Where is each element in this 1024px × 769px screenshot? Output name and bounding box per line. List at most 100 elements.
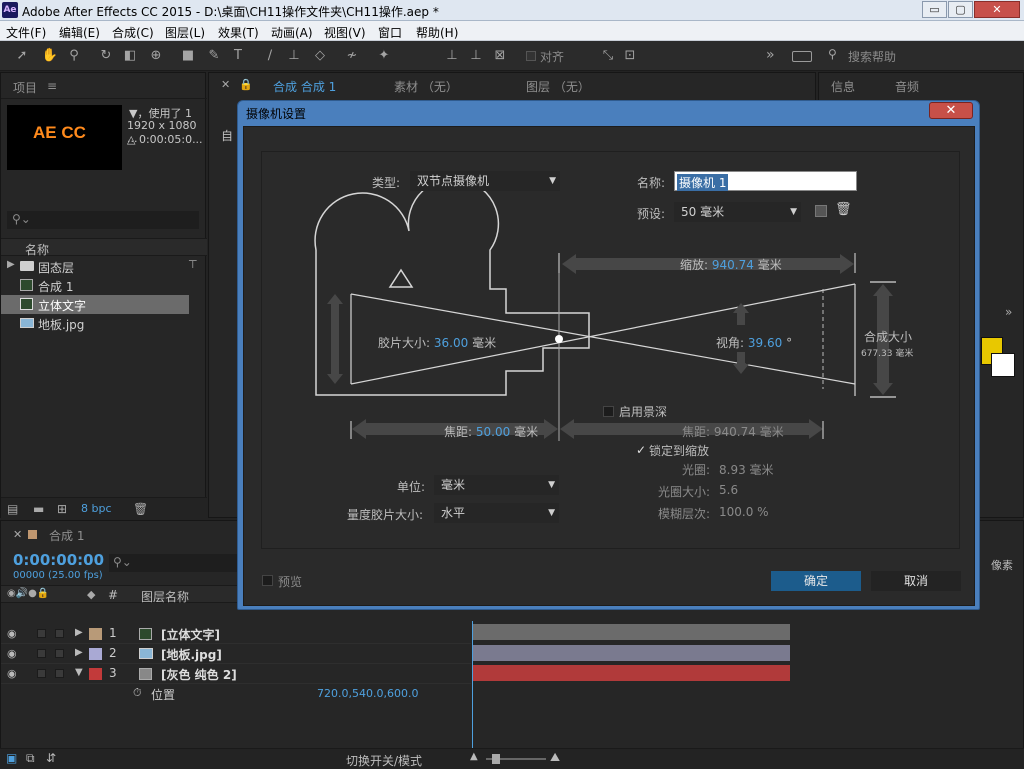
solo-toggle[interactable] bbox=[37, 669, 46, 678]
info-tab[interactable]: 信息 bbox=[831, 78, 855, 95]
preset-select[interactable]: 50 毫米 ▼ bbox=[674, 202, 801, 222]
new-folder-icon[interactable]: ▬ bbox=[33, 502, 44, 516]
menu-animation[interactable]: 动画(A) bbox=[271, 24, 313, 41]
pen-tool-icon[interactable]: ✎ bbox=[204, 46, 224, 66]
puppet-pin-tool-icon[interactable]: ✦ bbox=[374, 46, 394, 66]
layer-name[interactable]: [地板.jpg] bbox=[161, 646, 222, 663]
lock-toggle[interactable] bbox=[55, 669, 64, 678]
project-item-solids[interactable]: ▶ 固态层 ⊤ bbox=[1, 257, 198, 276]
current-time-indicator[interactable] bbox=[472, 621, 473, 749]
audio-tab[interactable]: 音频 bbox=[895, 78, 919, 95]
menu-view[interactable]: 视图(V) bbox=[324, 24, 366, 41]
rotate-tool-icon[interactable]: ↻ bbox=[96, 46, 116, 66]
menu-layer[interactable]: 图层(L) bbox=[165, 24, 205, 41]
world-axis-icon[interactable]: ⊥ bbox=[466, 46, 486, 66]
focal-length-value[interactable]: 50.00 bbox=[476, 425, 510, 439]
measure-film-size-select[interactable]: 水平 ▼ bbox=[434, 503, 559, 523]
brush-tool-icon[interactable]: ∕ bbox=[260, 46, 280, 66]
hierarchy-icon[interactable]: ⊤ bbox=[188, 258, 198, 271]
project-tab[interactable]: 项目 bbox=[13, 79, 37, 96]
maximize-button[interactable]: ▢ bbox=[948, 1, 973, 18]
camera-tool-icon[interactable]: ◧ bbox=[120, 46, 140, 66]
f-stop-value[interactable]: 5.6 bbox=[719, 483, 738, 497]
view-axis-icon[interactable]: ⊠ bbox=[490, 46, 510, 66]
stopwatch-icon[interactable]: ⏱ bbox=[133, 686, 142, 700]
lock-toggle[interactable] bbox=[55, 649, 64, 658]
menu-help[interactable]: 帮助(H) bbox=[416, 24, 458, 41]
comp-viewer-tab[interactable]: 合成 合成 1 bbox=[273, 78, 336, 95]
enable-dof-checkbox[interactable] bbox=[603, 406, 614, 417]
layer-label-color[interactable] bbox=[89, 668, 102, 680]
current-timecode[interactable]: 0:00:00:00 bbox=[13, 551, 104, 569]
preview-checkbox[interactable] bbox=[262, 575, 273, 586]
save-preset-icon[interactable] bbox=[815, 205, 827, 217]
ok-button[interactable]: 确定 bbox=[771, 571, 861, 591]
expand-arrow-icon[interactable]: ▶ bbox=[7, 259, 15, 270]
interpret-footage-icon[interactable]: ▤ bbox=[7, 502, 18, 516]
search-help-input[interactable]: 搜索帮助 bbox=[848, 48, 896, 65]
layer-row[interactable]: ◉ ▼ 3 [灰色 纯色 2] bbox=[1, 664, 471, 684]
layer-name[interactable]: [立体文字] bbox=[161, 626, 220, 643]
project-item-floor-jpg[interactable]: 地板.jpg bbox=[1, 314, 189, 333]
project-item-comp1[interactable]: 合成 1 bbox=[1, 276, 189, 295]
menu-edit[interactable]: 编辑(E) bbox=[59, 24, 100, 41]
more-workspaces-icon[interactable]: » bbox=[766, 47, 775, 63]
transfer-controls-icon[interactable]: ⧉ bbox=[26, 751, 35, 766]
camera-type-select[interactable]: 双节点摄像机 ▼ bbox=[410, 171, 560, 191]
close-window-button[interactable]: ✕ bbox=[974, 1, 1020, 18]
zoom-slider-handle[interactable] bbox=[492, 754, 500, 764]
eye-icon[interactable]: ◉ bbox=[7, 647, 17, 660]
local-axis-icon[interactable]: ⊥ bbox=[442, 46, 462, 66]
expand-arrow-icon[interactable]: ▶ bbox=[75, 627, 83, 638]
footage-viewer-tab[interactable]: 素材 （无） bbox=[394, 78, 458, 95]
pan-behind-tool-icon[interactable]: ⊕ bbox=[146, 46, 166, 66]
snap-feature-icon[interactable]: ⊡ bbox=[620, 46, 640, 66]
eye-icon[interactable]: ◉ bbox=[7, 667, 17, 680]
focus-distance-value[interactable]: 940.74 bbox=[714, 425, 756, 439]
lock-to-zoom-checkbox[interactable]: ✓ bbox=[636, 443, 646, 457]
minimize-button[interactable]: ▭ bbox=[922, 1, 947, 18]
layer-label-color[interactable] bbox=[89, 648, 102, 660]
bit-depth-button[interactable]: 8 bpc bbox=[81, 502, 112, 515]
eye-icon[interactable]: ◉ bbox=[7, 627, 17, 640]
eraser-tool-icon[interactable]: ◇ bbox=[310, 46, 330, 66]
project-search-input[interactable]: ⚲⌄ bbox=[7, 211, 199, 229]
in-out-columns-icon[interactable]: ⇵ bbox=[46, 751, 56, 765]
layer-duration-bar[interactable] bbox=[472, 665, 790, 681]
close-timeline-tab-icon[interactable]: ✕ bbox=[13, 528, 22, 541]
camera-name-input[interactable]: 摄像机 1 bbox=[674, 171, 857, 191]
new-composition-icon[interactable]: ⊞ bbox=[57, 502, 67, 516]
cancel-button[interactable]: 取消 bbox=[871, 571, 961, 591]
selection-tool-icon[interactable]: ➚ bbox=[12, 46, 32, 66]
stroke-color-swatch[interactable] bbox=[991, 353, 1015, 377]
layer-row[interactable]: ◉ ▶ 2 [地板.jpg] bbox=[1, 644, 471, 664]
blur-level-value[interactable]: 100.0 % bbox=[719, 505, 769, 519]
column-name[interactable]: 名称 bbox=[25, 241, 49, 258]
collapse-arrow-icon[interactable]: ▼ bbox=[75, 667, 83, 678]
angle-value[interactable]: 39.60 bbox=[748, 336, 782, 350]
position-value[interactable]: 720.0,540.0,600.0 bbox=[317, 687, 418, 700]
menu-file[interactable]: 文件(F) bbox=[6, 24, 46, 41]
close-tab-icon[interactable]: ✕ bbox=[221, 78, 230, 91]
hand-tool-icon[interactable]: ✋ bbox=[40, 46, 60, 66]
layer-duration-bar[interactable] bbox=[472, 624, 790, 640]
lock-toggle[interactable] bbox=[55, 629, 64, 638]
layer-label-color[interactable] bbox=[89, 628, 102, 640]
layer-switches-icon[interactable]: ▣ bbox=[6, 751, 17, 765]
film-size-value[interactable]: 36.00 bbox=[434, 336, 468, 350]
aperture-value[interactable]: 8.93 毫米 bbox=[719, 461, 774, 478]
dialog-close-button[interactable]: ✕ bbox=[929, 102, 973, 119]
menu-effect[interactable]: 效果(T) bbox=[218, 24, 259, 41]
type-tool-icon[interactable]: T bbox=[228, 46, 248, 66]
layer-row[interactable]: ◉ ▶ 1 [立体文字] bbox=[1, 624, 471, 644]
roto-brush-tool-icon[interactable]: ≁ bbox=[342, 46, 362, 66]
toggle-switches-modes[interactable]: 切换开关/模式 bbox=[346, 752, 422, 769]
project-item-3d-text[interactable]: 立体文字 bbox=[1, 295, 189, 314]
column-layer-name[interactable]: 图层名称 bbox=[141, 588, 189, 605]
solo-toggle[interactable] bbox=[37, 629, 46, 638]
menu-composition[interactable]: 合成(C) bbox=[112, 24, 154, 41]
zoom-in-icon[interactable]: ⛰ bbox=[550, 750, 560, 765]
expand-arrow-icon[interactable]: ▶ bbox=[75, 647, 83, 658]
shape-tool-icon[interactable]: ■ bbox=[178, 46, 198, 66]
lock-icon[interactable]: 🔒 bbox=[239, 78, 253, 91]
